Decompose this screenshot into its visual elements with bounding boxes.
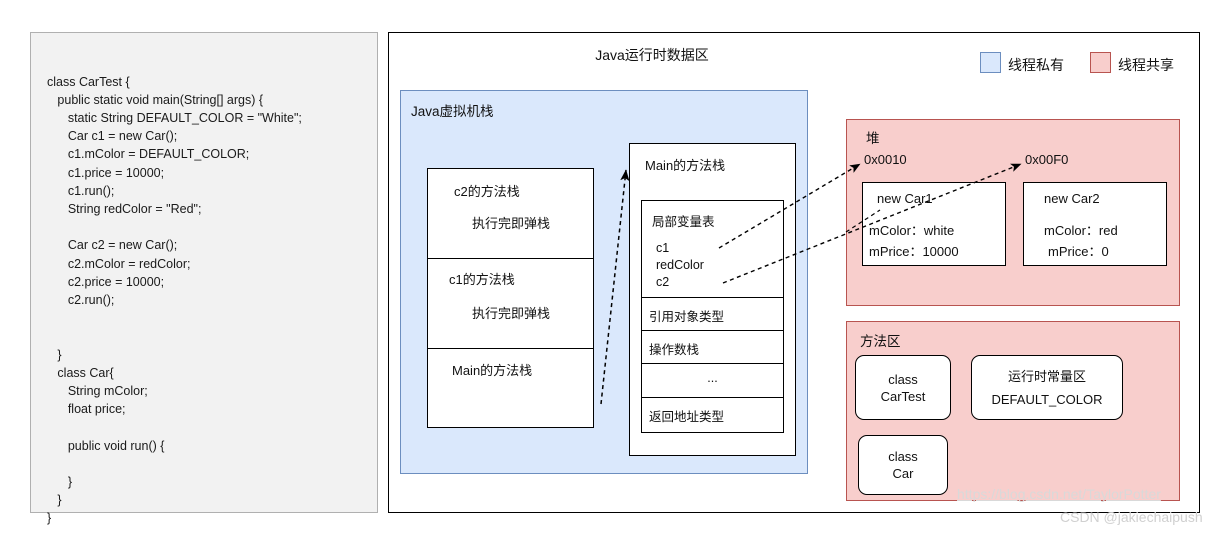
stack-frame-c1: c1的方法栈 执行完即弹栈 <box>428 259 593 349</box>
class-cartest-line1: class <box>888 371 918 387</box>
class-cartest-line2: CarTest <box>880 388 926 404</box>
row-operand-stack-label: 操作数栈 <box>649 343 700 357</box>
method-frame-stack: c2的方法栈 执行完即弹栈 c1的方法栈 执行完即弹栈 Main的方法栈 <box>427 168 594 428</box>
stack-frame-c1-note: 执行完即弹栈 <box>472 306 551 321</box>
heap-object-car2-mcolor: mColor：red <box>1044 223 1118 238</box>
java-source-code: class CarTest { public static void main(… <box>47 74 302 526</box>
heap-object-car1-mprice: mPrice：10000 <box>869 244 959 259</box>
main-frame-detail-title: Main的方法栈 <box>645 158 726 173</box>
row-local-variable-table-label: 局部变量表 <box>652 215 715 229</box>
row-reference-object-type: 引用对象类型 <box>642 298 783 331</box>
watermark-csdn-handle: CSDN @jakiechaipush <box>1060 509 1203 525</box>
local-var-c1: c1 <box>656 241 670 255</box>
heap-address-car2: 0x00F0 <box>1025 152 1069 167</box>
heap-address-car1: 0x0010 <box>864 152 907 167</box>
heap-object-car1-mcolor: mColor：white <box>869 223 955 238</box>
heap-object-car1-title: new Car1 <box>877 191 933 206</box>
runtime-constant-pool-title: 运行时常量区 <box>1007 368 1086 384</box>
stack-frame-main: Main的方法栈 <box>428 349 593 427</box>
legend-swatch-thread-private <box>980 52 1001 73</box>
row-local-variable-table: 局部变量表 c1 redColor c2 <box>642 201 783 298</box>
row-reference-object-type-label: 引用对象类型 <box>649 310 725 324</box>
stack-frame-c2-title: c2的方法栈 <box>454 184 520 199</box>
heap-label: 堆 <box>866 131 880 146</box>
stack-frame-c2-note: 执行完即弹栈 <box>472 216 551 231</box>
stack-frame-main-title: Main的方法栈 <box>452 363 533 378</box>
runtime-constant-pool-entry: DEFAULT_COLOR <box>991 391 1103 407</box>
class-car-line1: class <box>888 449 918 464</box>
heap-object-car2-title: new Car2 <box>1044 191 1100 206</box>
local-var-c2: c2 <box>656 275 670 289</box>
row-return-address-type: 返回地址类型 <box>642 398 783 432</box>
method-area-label: 方法区 <box>860 334 901 349</box>
legend-swatch-thread-shared <box>1090 52 1111 73</box>
heap-object-car1: new Car1 mColor：white mPrice：10000 <box>862 182 1006 266</box>
row-ellipsis: ... <box>642 364 783 398</box>
method-area-class-car: class Car <box>858 435 948 495</box>
stack-frame-c2: c2的方法栈 执行完即弹栈 <box>428 169 593 259</box>
runtime-constant-pool-box: 运行时常量区 DEFAULT_COLOR <box>971 355 1123 420</box>
local-var-redcolor: redColor <box>656 258 704 272</box>
heap-object-car2-mprice: mPrice：0 <box>1048 244 1109 259</box>
row-operand-stack: 操作数栈 <box>642 331 783 364</box>
method-area-class-cartest: class CarTest <box>855 355 951 420</box>
main-frame-rows: 局部变量表 c1 redColor c2 引用对象类型 操作数栈 ... 返回地… <box>641 200 784 433</box>
row-return-address-type-label: 返回地址类型 <box>649 410 725 424</box>
watermark-blog-url: https://blog.csdn.net/TaylorPotter <box>957 486 1161 502</box>
heap-object-car2: new Car2 mColor：red mPrice：0 <box>1023 182 1167 266</box>
class-car-line2: Car <box>892 466 914 481</box>
row-ellipsis-label: ... <box>707 371 718 385</box>
legend-label-thread-private: 线程私有 <box>1008 57 1064 73</box>
jvm-stack-label: Java虚拟机栈 <box>411 104 494 119</box>
diagram-title: Java运行时数据区 <box>595 47 709 63</box>
stack-frame-c1-title: c1的方法栈 <box>449 272 515 287</box>
code-panel: class CarTest { public static void main(… <box>30 32 378 525</box>
legend-label-thread-shared: 线程共享 <box>1118 57 1174 73</box>
